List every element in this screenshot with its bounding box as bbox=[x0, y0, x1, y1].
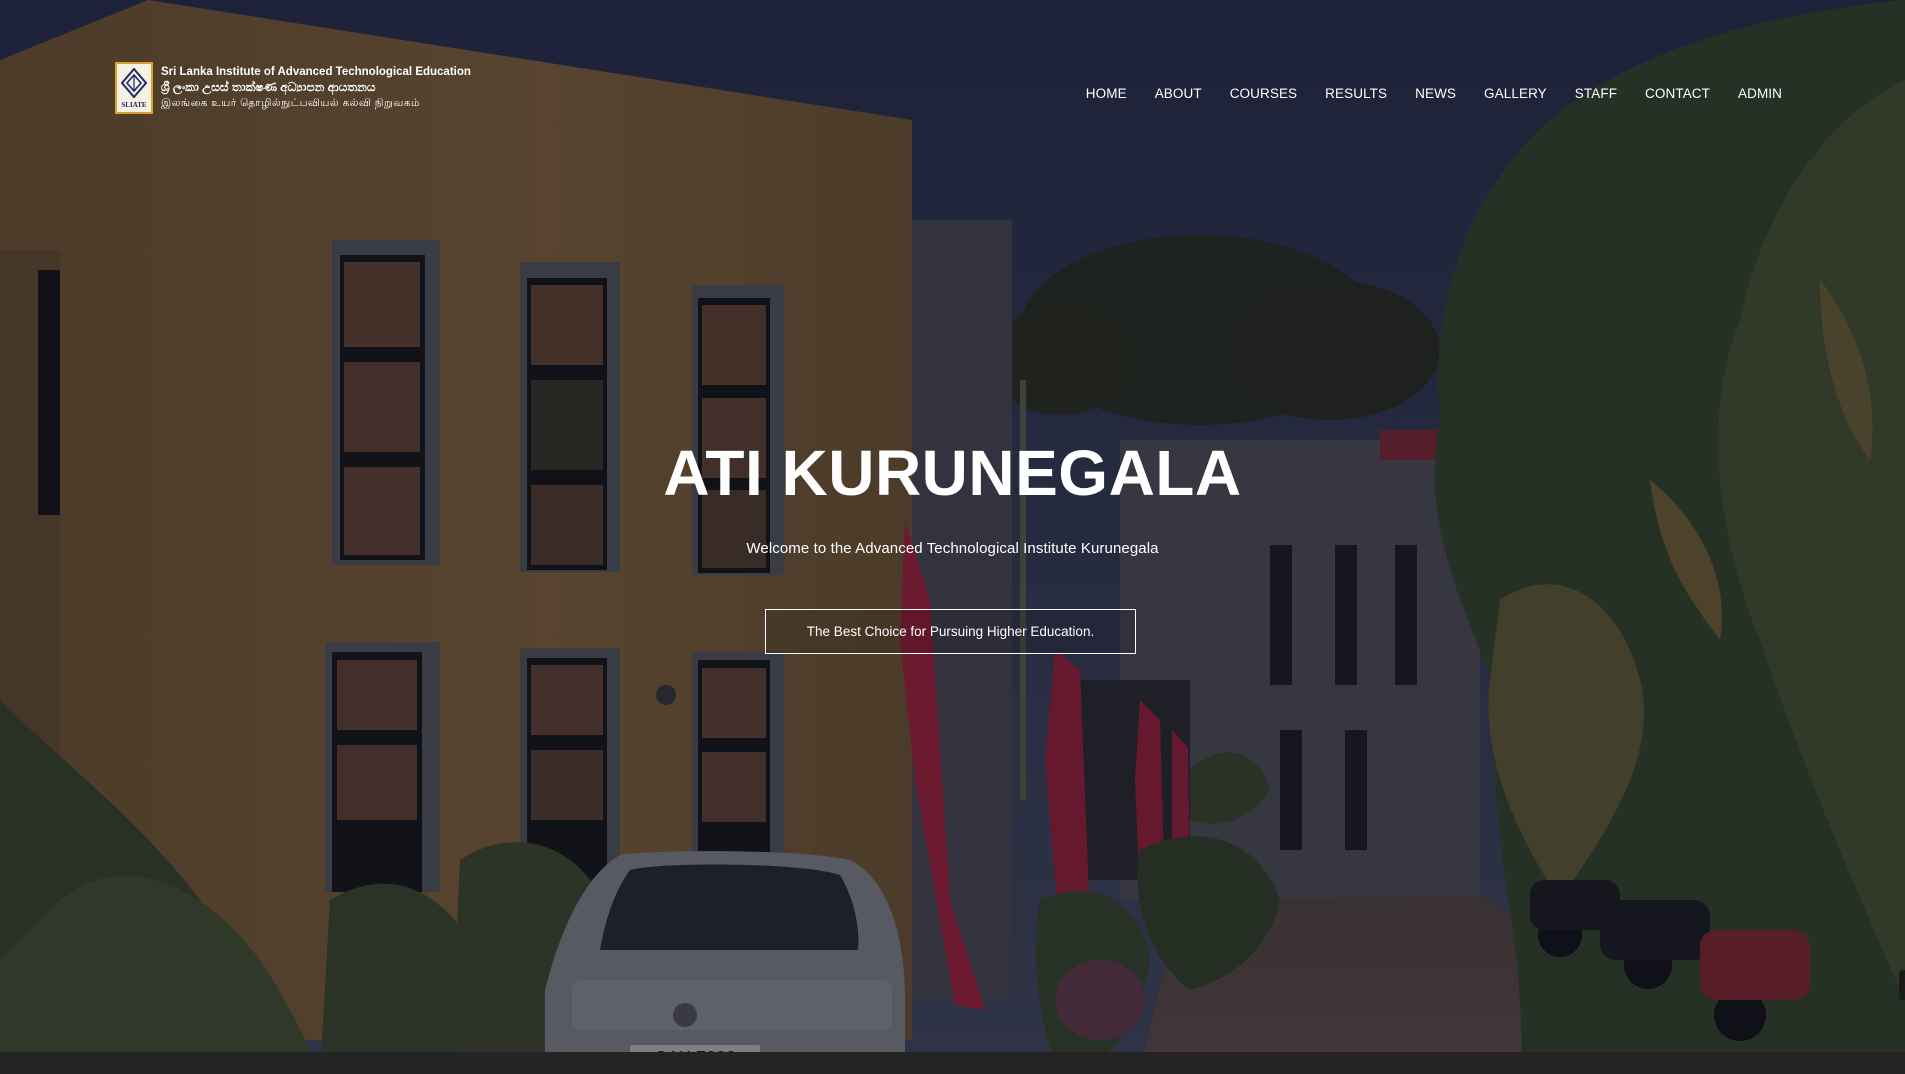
nav-admin[interactable]: ADMIN bbox=[1724, 86, 1782, 101]
nav-about[interactable]: ABOUT bbox=[1141, 86, 1216, 101]
seal-label: SLIATE bbox=[121, 100, 147, 109]
scroll-edge-handle[interactable] bbox=[1899, 970, 1905, 1000]
nav-staff[interactable]: STAFF bbox=[1561, 86, 1631, 101]
nav-gallery[interactable]: GALLERY bbox=[1470, 86, 1561, 101]
main-navigation: HOME ABOUT COURSES RESULTS NEWS GALLERY … bbox=[1072, 86, 1782, 101]
logo-line-tamil: இலங்கை உயர் தொழில்நுட்பவியல் கல்வி நிறுவ… bbox=[161, 97, 420, 109]
nav-results[interactable]: RESULTS bbox=[1311, 86, 1401, 101]
hero-cta-button[interactable]: The Best Choice for Pursuing Higher Educ… bbox=[765, 609, 1136, 654]
sliate-seal-icon: SLIATE bbox=[115, 62, 153, 114]
hero-title: ATI KURUNEGALA bbox=[663, 437, 1242, 509]
diamond-emblem-icon bbox=[121, 67, 147, 99]
logo-line-english: Sri Lanka Institute of Advanced Technolo… bbox=[161, 66, 471, 78]
nav-home[interactable]: HOME bbox=[1072, 86, 1141, 101]
nav-courses[interactable]: COURSES bbox=[1216, 86, 1311, 101]
site-logo[interactable]: SLIATE Sri Lanka Institute of Advanced T… bbox=[115, 62, 471, 114]
hero-subtitle: Welcome to the Advanced Technological In… bbox=[746, 540, 1159, 557]
nav-news[interactable]: NEWS bbox=[1401, 86, 1470, 101]
logo-line-sinhala: ශ්‍රී ලංකා උසස් තාක්ෂණ අධ්‍යාපන ආයතනය bbox=[161, 80, 376, 94]
nav-contact[interactable]: CONTACT bbox=[1631, 86, 1724, 101]
hero-dark-overlay bbox=[0, 0, 1905, 1074]
